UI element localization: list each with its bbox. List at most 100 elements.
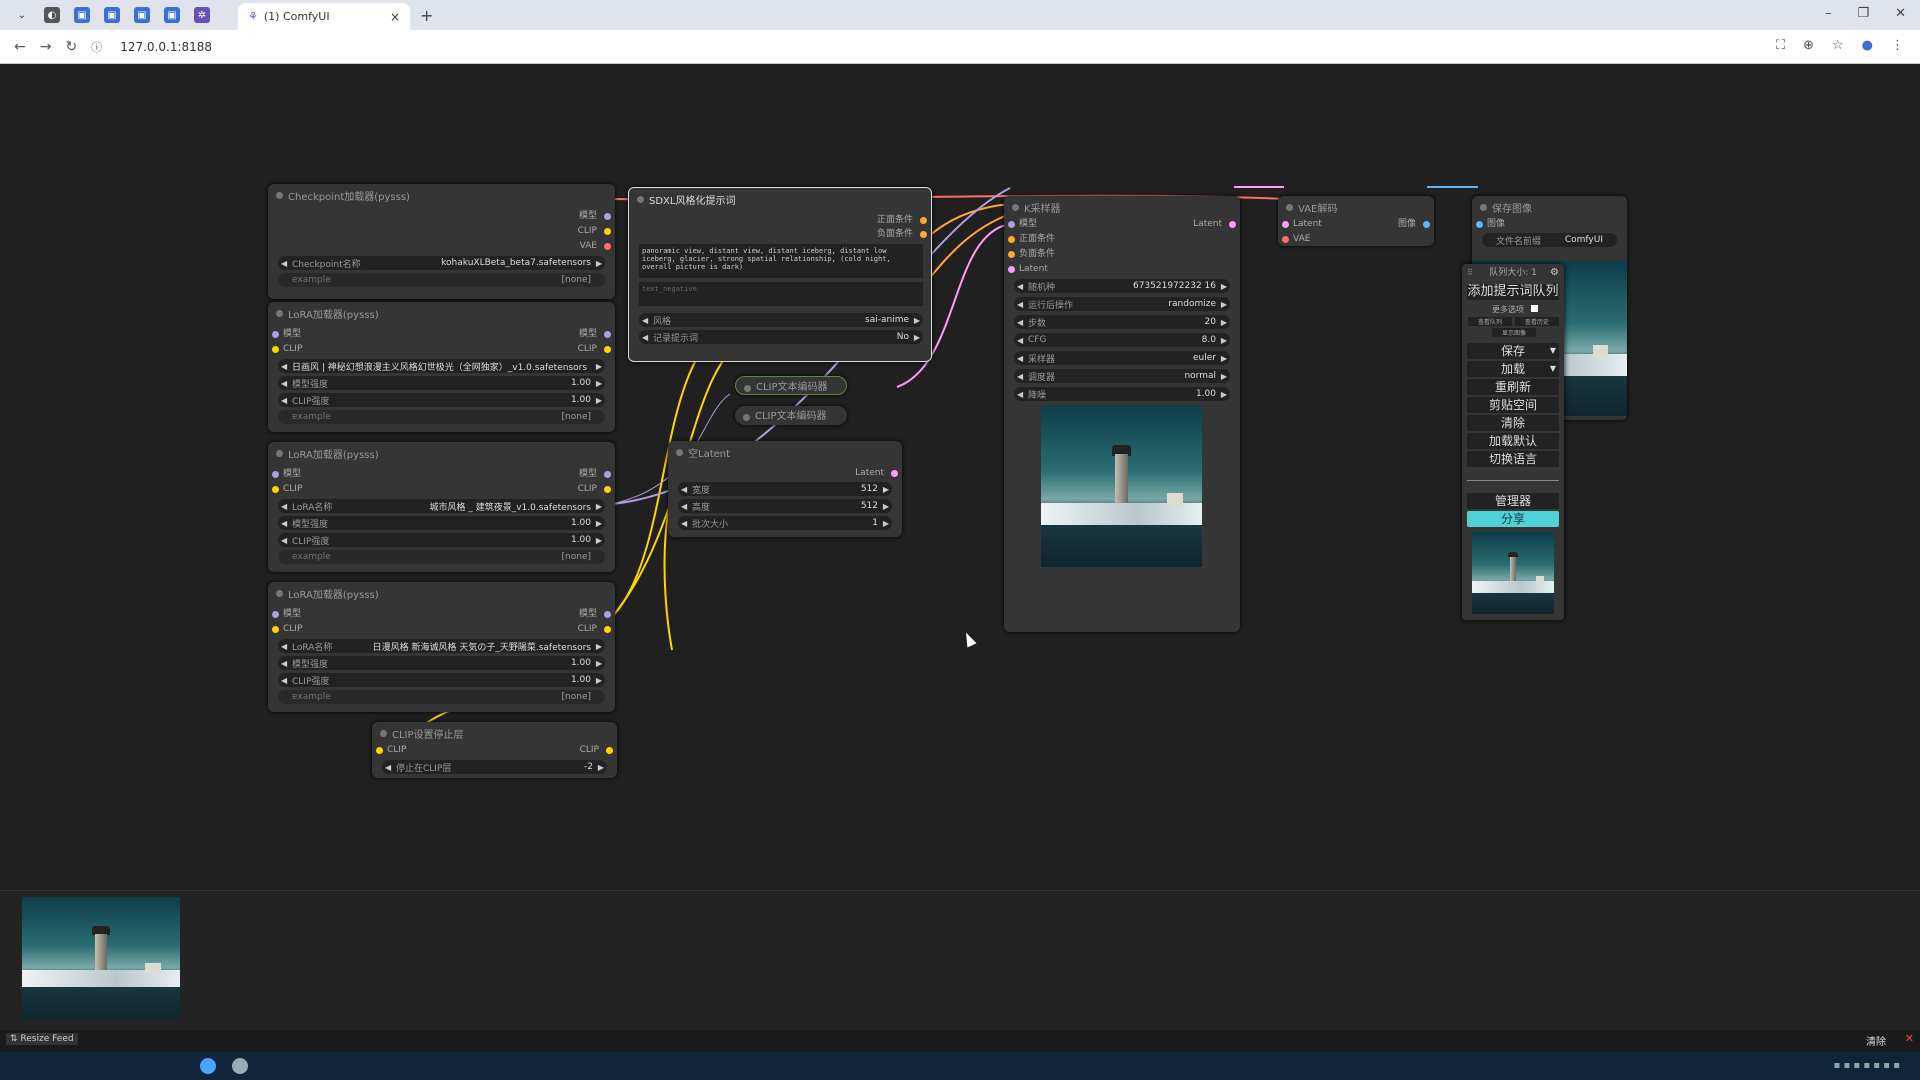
close-window-icon[interactable]: ✕ — [1895, 6, 1906, 21]
output-clip-socket[interactable] — [604, 346, 611, 353]
close-tab-icon[interactable]: × — [390, 10, 400, 24]
negative-prompt-textarea[interactable]: text_negative — [639, 282, 923, 306]
tab-favicon-icon[interactable]: ▣ — [134, 7, 150, 23]
clip-strength-widget[interactable]: CLIP强度 1.00 — [278, 393, 605, 407]
tab-favicon-icon[interactable]: ▣ — [104, 7, 120, 23]
width-widget[interactable]: 宽度 512 — [678, 482, 892, 496]
queue-prompt-button[interactable]: 添加提示词队列 — [1467, 284, 1559, 300]
node-title[interactable]: LoRA加载器(pysss) — [268, 302, 615, 324]
tab-favicon-icon[interactable]: ✲ — [194, 7, 210, 23]
save-button[interactable]: 保存 ▼ — [1467, 343, 1559, 359]
output-image-socket[interactable] — [1423, 221, 1430, 228]
input-clip-socket[interactable] — [376, 747, 383, 754]
tab-favicon-icon[interactable]: ▣ — [74, 7, 90, 23]
input-image-socket[interactable] — [1476, 221, 1483, 228]
feed-thumbnail-image[interactable] — [22, 897, 180, 1019]
output-model-socket[interactable] — [604, 331, 611, 338]
positive-prompt-textarea[interactable]: panoramic view, distant view, distant ic… — [639, 244, 923, 278]
node-title[interactable]: K采样器 — [1004, 196, 1240, 218]
translate-icon[interactable]: ⛶ — [1776, 38, 1785, 53]
empty-latent-node[interactable]: 空Latent Latent 宽度 512 高度 512 批次大小 1 — [668, 441, 902, 537]
feed-clear-button[interactable]: 清除 — [1866, 1033, 1886, 1048]
filename-prefix-widget[interactable]: 文件名前缀 ComfyUI — [1482, 233, 1617, 247]
output-latent-socket[interactable] — [1229, 221, 1236, 228]
output-vae-socket[interactable] — [604, 243, 611, 250]
load-button[interactable]: 加载 ▼ — [1467, 361, 1559, 377]
example-widget[interactable]: example [none] — [278, 273, 605, 287]
batch-size-widget[interactable]: 批次大小 1 — [678, 516, 892, 530]
input-model-socket[interactable] — [1008, 221, 1015, 228]
tab-favicon-icon[interactable]: ◐ — [44, 7, 60, 23]
back-icon[interactable]: ← — [14, 39, 26, 55]
node-title[interactable]: 保存图像 — [1472, 196, 1627, 218]
clip-text-encode-node-2[interactable]: CLIP文本编码器 — [735, 406, 847, 425]
output-model-socket[interactable] — [604, 471, 611, 478]
view-stream-button[interactable]: 显示图像 — [1492, 328, 1536, 337]
output-model-socket[interactable] — [604, 611, 611, 618]
taskbar-app-icon[interactable] — [232, 1058, 248, 1074]
lora-name-widget[interactable]: 日画风 | 神秘幻想浪漫主义风格幻世极光（全网独家）_v1.0.safetens… — [278, 359, 605, 373]
control-after-generate-widget[interactable]: 运行后操作 randomize — [1014, 297, 1230, 311]
switch-language-button[interactable]: 切换语言 — [1467, 451, 1559, 467]
share-button[interactable]: 分享 — [1467, 511, 1559, 527]
node-title[interactable]: VAE解码 — [1278, 196, 1434, 218]
scheduler-widget[interactable]: 调度器 normal — [1014, 369, 1230, 383]
output-positive-socket[interactable] — [920, 217, 927, 224]
input-clip-socket[interactable] — [272, 626, 279, 633]
new-tab-button[interactable]: + — [420, 6, 433, 25]
height-widget[interactable]: 高度 512 — [678, 499, 892, 513]
input-model-socket[interactable] — [272, 331, 279, 338]
tab-favicon-icon[interactable]: ▣ — [164, 7, 180, 23]
drag-handle-icon[interactable]: ⠿ — [1467, 268, 1473, 277]
node-graph-canvas[interactable]: Checkpoint加载器(pysss) 模型 CLIP VAE Checkpo… — [0, 64, 1920, 890]
taskbar-app-icon[interactable] — [200, 1058, 216, 1074]
refresh-button[interactable]: 重刷新 — [1467, 379, 1559, 395]
forward-icon[interactable]: → — [40, 39, 52, 55]
bookmark-star-icon[interactable]: ☆ — [1832, 38, 1844, 53]
model-strength-widget[interactable]: 模型强度 1.00 — [278, 376, 605, 390]
feed-close-icon[interactable]: ✕ — [1905, 1032, 1914, 1045]
view-history-button[interactable]: 查看历史 — [1515, 317, 1559, 326]
output-clip-socket[interactable] — [604, 228, 611, 235]
input-latent-socket[interactable] — [1008, 266, 1015, 273]
steps-widget[interactable]: 步数 20 — [1014, 315, 1230, 329]
output-clip-socket[interactable] — [604, 626, 611, 633]
lora-name-widget[interactable]: LoRA名称 日漫风格 新海诚风格 天気の子_天野陽菜.safetensors — [278, 639, 605, 653]
restore-icon[interactable]: ❐ — [1857, 6, 1869, 21]
minimize-icon[interactable]: – — [1825, 6, 1832, 21]
seed-widget[interactable]: 随机种 673521972232 16 — [1014, 279, 1230, 293]
output-negative-socket[interactable] — [920, 231, 927, 238]
lora-loader-node-2[interactable]: LoRA加载器(pysss) 模型 CLIP 模型 CLIP LoRA名称 城市… — [268, 442, 615, 572]
lora-loader-node-3[interactable]: LoRA加载器(pysss) 模型 CLIP 模型 CLIP LoRA名称 日漫… — [268, 582, 615, 712]
reload-icon[interactable]: ↻ — [65, 39, 77, 55]
node-title[interactable]: Checkpoint加载器(pysss) — [268, 184, 615, 206]
sampler-widget[interactable]: 采样器 euler — [1014, 351, 1230, 365]
stop-layer-widget[interactable]: 停止在CLIP层 -2 — [382, 760, 607, 774]
save-dropdown-icon[interactable]: ▼ — [1550, 343, 1556, 359]
load-default-button[interactable]: 加载默认 — [1467, 433, 1559, 449]
clipspace-button[interactable]: 剪贴空间 — [1467, 397, 1559, 413]
log-prompt-widget[interactable]: 记录提示词 No — [639, 330, 923, 344]
clear-button[interactable]: 清除 — [1467, 415, 1559, 431]
example-widget[interactable]: example [none] — [278, 410, 605, 424]
url-field[interactable]: 127.0.0.1:8188 — [120, 40, 212, 54]
clip-text-encode-node-1[interactable]: CLIP文本编码器 — [735, 376, 847, 395]
output-latent-socket[interactable] — [891, 470, 898, 477]
clip-strength-widget[interactable]: CLIP强度 1.00 — [278, 533, 605, 547]
manager-button[interactable]: 管理器 — [1467, 493, 1559, 509]
extra-options-checkbox[interactable] — [1530, 305, 1538, 312]
model-strength-widget[interactable]: 模型强度 1.00 — [278, 516, 605, 530]
input-clip-socket[interactable] — [272, 346, 279, 353]
vae-decode-node[interactable]: VAE解码 Latent VAE 图像 — [1278, 196, 1434, 246]
clip-set-last-layer-node[interactable]: CLIP设置停止层 CLIP CLIP 停止在CLIP层 -2 — [372, 722, 617, 778]
node-title[interactable]: LoRA加载器(pysss) — [268, 442, 615, 464]
load-dropdown-icon[interactable]: ▼ — [1550, 361, 1556, 377]
output-model-socket[interactable] — [604, 213, 611, 220]
checkpoint-name-widget[interactable]: Checkpoint名称 kohakuXLBeta_beta7.safetens… — [278, 256, 605, 270]
ksampler-node[interactable]: K采样器 模型 正面条件 负面条件 Latent Latent 随机种 6735… — [1004, 196, 1240, 632]
node-title[interactable]: CLIP设置停止层 — [372, 722, 617, 744]
node-title[interactable]: CLIP文本编码器 — [736, 377, 846, 394]
settings-gear-icon[interactable]: ⚙ — [1550, 267, 1559, 278]
input-model-socket[interactable] — [272, 471, 279, 478]
profile-icon[interactable]: ● — [1862, 38, 1873, 53]
